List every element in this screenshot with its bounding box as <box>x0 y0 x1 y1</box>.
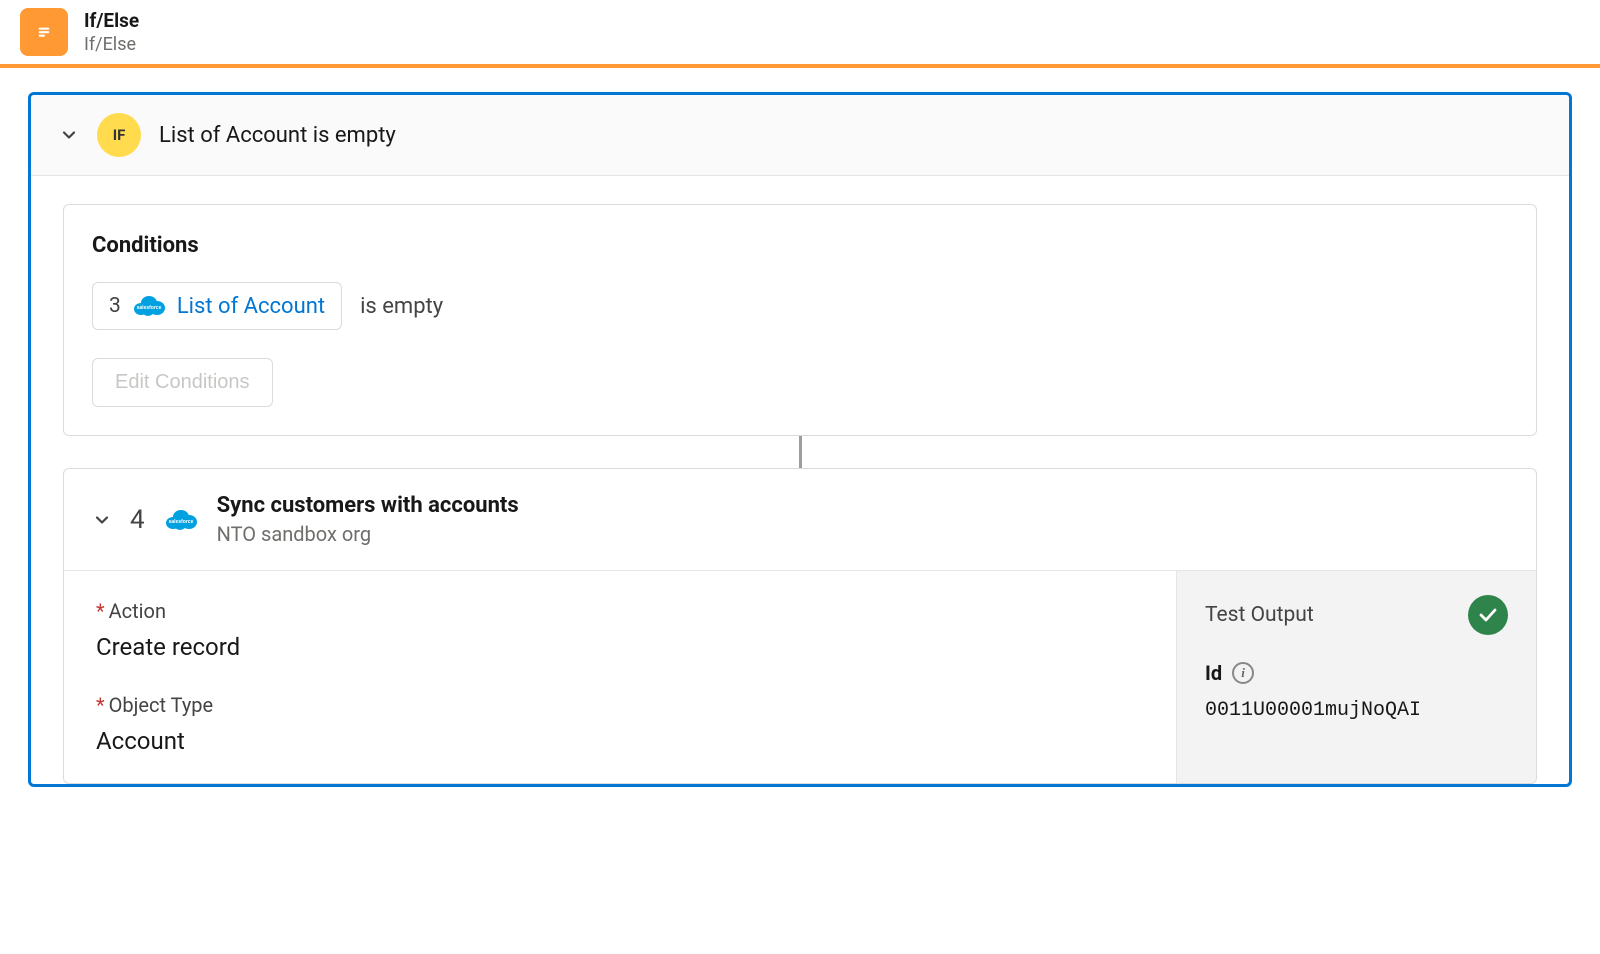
if-badge: IF <box>97 113 141 157</box>
chevron-down-icon[interactable] <box>92 510 112 530</box>
condition-row: 3 salesforce List of Account is empty <box>92 282 1508 330</box>
object-type-label: *Object Type <box>96 693 1144 717</box>
id-value: 0011U00001mujNoQAI <box>1205 699 1508 722</box>
chevron-down-icon[interactable] <box>59 125 79 145</box>
step-number: 4 <box>130 505 145 535</box>
if-header[interactable]: IF List of Account is empty <box>31 95 1569 176</box>
svg-text:salesforce: salesforce <box>136 305 161 311</box>
id-label: Id <box>1205 661 1222 685</box>
header-subtitle: If/Else <box>84 34 139 55</box>
step-details: *Action Create record *Object Type Accou… <box>64 571 1176 783</box>
action-label: *Action <box>96 599 1144 623</box>
header-text: If/Else If/Else <box>84 9 139 55</box>
edit-conditions-button[interactable]: Edit Conditions <box>92 358 273 407</box>
object-type-value: Account <box>96 727 1144 755</box>
condition-pill-label: List of Account <box>177 294 325 319</box>
condition-pill[interactable]: 3 salesforce List of Account <box>92 282 342 330</box>
condition-operator: is empty <box>360 294 443 319</box>
success-check-icon <box>1468 595 1508 635</box>
test-output-title: Test Output <box>1205 603 1314 627</box>
step-header[interactable]: 4 salesforce Sync customers with account… <box>64 469 1536 571</box>
salesforce-icon: salesforce <box>163 507 199 533</box>
step-title: Sync customers with accounts <box>217 493 519 518</box>
salesforce-icon: salesforce <box>131 293 167 319</box>
page-header: If/Else If/Else <box>0 0 1600 64</box>
connector-line <box>799 436 802 468</box>
test-output-panel: Test Output Id i 0011U00001mujNoQAI <box>1176 571 1536 783</box>
if-title: List of Account is empty <box>159 123 396 148</box>
header-title: If/Else <box>84 9 139 32</box>
id-row: Id i <box>1205 661 1508 685</box>
action-label-text: Action <box>109 599 166 623</box>
conditions-card: Conditions 3 salesforce List of Account … <box>63 204 1537 436</box>
step-body: *Action Create record *Object Type Accou… <box>64 571 1536 783</box>
divider <box>0 64 1600 68</box>
conditions-label: Conditions <box>92 233 1508 258</box>
step-subtitle: NTO sandbox org <box>217 522 519 546</box>
object-type-label-text: Object Type <box>109 693 214 717</box>
step-card: 4 salesforce Sync customers with account… <box>63 468 1537 784</box>
condition-number: 3 <box>109 294 121 318</box>
main-container: IF List of Account is empty Conditions 3… <box>28 92 1572 787</box>
action-value: Create record <box>96 633 1144 661</box>
if-else-icon <box>20 8 68 56</box>
test-output-header: Test Output <box>1205 595 1508 635</box>
step-titles: Sync customers with accounts NTO sandbox… <box>217 493 519 546</box>
svg-text:salesforce: salesforce <box>168 519 193 525</box>
info-icon[interactable]: i <box>1232 662 1254 684</box>
